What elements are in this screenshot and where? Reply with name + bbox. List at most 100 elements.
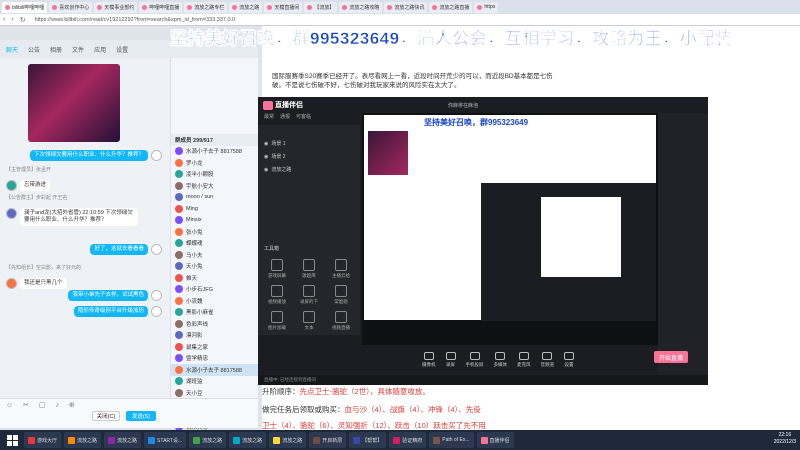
control-button[interactable]: 音频道: [541, 352, 554, 368]
url-text[interactable]: https://www.bilibili.com/read/cv19212292…: [35, 17, 236, 23]
control-bar[interactable]: 摄像机 录屏 手机投屏 多媒体 麦克风 音频道 设置: [362, 345, 658, 375]
qq-tab[interactable]: 公告: [28, 45, 40, 54]
avatar[interactable]: [6, 278, 17, 289]
member-item[interactable]: Minsix: [171, 215, 258, 227]
scene-item[interactable]: ◉ 场景 2: [258, 150, 360, 163]
qq-tab[interactable]: 文件: [72, 45, 84, 54]
tool-button[interactable]: 视频直播: [328, 311, 354, 331]
browser-tab[interactable]: 喜欢创作中心: [49, 1, 93, 13]
chat-message[interactable]: 忘带游进: [6, 180, 51, 191]
browser-tab[interactable]: 天模事业部约: [94, 1, 138, 13]
scene-item[interactable]: ◉ 场景 1: [258, 137, 360, 150]
member-item[interactable]: 漠河影: [171, 330, 258, 342]
member-item[interactable]: moon / sun: [171, 192, 258, 204]
qq-tab[interactable]: 设置: [116, 45, 128, 54]
member-item[interactable]: 宇航小安大: [171, 180, 258, 192]
send-button[interactable]: 发送(S): [126, 411, 156, 421]
member-item[interactable]: 水源小子去子 8817588: [171, 364, 258, 376]
member-item[interactable]: 色彩声线: [171, 318, 258, 330]
control-button[interactable]: 多媒体: [494, 352, 507, 368]
member-item[interactable]: 湖班监: [171, 376, 258, 388]
browser-tab[interactable]: 流放之路直播: [429, 1, 473, 13]
avatar[interactable]: [151, 150, 162, 161]
tool-button[interactable]: 歌超库: [296, 259, 322, 279]
taskbar-item[interactable]: 流放之路: [104, 432, 142, 448]
tool-button[interactable]: 文本: [296, 311, 322, 331]
taskbar-item[interactable]: START设...: [144, 432, 187, 448]
browser-tab[interactable]: 流放之路快讯: [384, 1, 428, 13]
chat-message[interactable]: 澜子and龙(大招外省管) 22:10:59 下次领绿欠要用什么职业、什么升华？…: [6, 208, 138, 226]
start-live-button[interactable]: 开始直播: [654, 351, 688, 363]
avatar[interactable]: [151, 290, 162, 301]
taskbar-clock[interactable]: 22:16 2022/12/3: [774, 432, 796, 446]
chat-message[interactable]: 下次领绿欠要用什么职业、什么升华？推荐？: [30, 150, 162, 161]
app-right-panel[interactable]: [658, 113, 708, 385]
avatar[interactable]: [151, 244, 162, 255]
chat-input-area[interactable]: ☺ ✂ ▢ ♪ ⊕ 关闭(C) 发送(S): [0, 398, 258, 428]
back-icon[interactable]: ‹: [3, 16, 5, 23]
browser-tab[interactable]: bilibili哔哩哔哩: [2, 1, 48, 13]
qq-tab[interactable]: 相册: [50, 45, 62, 54]
start-icon[interactable]: [3, 432, 21, 448]
app-menu-item[interactable]: 通报: [280, 113, 290, 123]
tool-button[interactable]: 常麽题: [328, 285, 354, 305]
member-item[interactable]: 暨学精忠: [171, 353, 258, 365]
control-button[interactable]: 摄像机: [422, 352, 436, 368]
member-item[interactable]: 帷天: [171, 272, 258, 284]
member-item[interactable]: 小步石JFG: [171, 284, 258, 296]
taskbar-item[interactable]: 游戏大厅: [24, 432, 62, 448]
member-list[interactable]: 群成员 299/917 水源小子去子 8817588 罗小龙 凌半小颗股 宇航小安大 m…: [170, 58, 258, 443]
chat-message[interactable]: 隐形传奇级别平台升级加历: [73, 306, 162, 317]
member-item[interactable]: Ming: [171, 203, 258, 215]
control-button[interactable]: 设置: [564, 352, 574, 368]
input-toolbar-icons[interactable]: ☺ ✂ ▢ ♪ ⊕: [6, 401, 79, 409]
chat-message[interactable]: 我还是只黑几个: [6, 278, 67, 289]
member-item[interactable]: 鼠集之家: [171, 341, 258, 353]
tool-button[interactable]: 图片加载: [264, 311, 290, 331]
tool-button[interactable]: 视频播放: [264, 285, 290, 305]
avatar[interactable]: [151, 306, 162, 317]
chat-area[interactable]: 下次领绿欠要用什么职业、什么升华？推荐？ 【主管理员】张孟开 忘带游进 【公告群主】步…: [0, 58, 168, 398]
tool-button[interactable]: 游戏屏幕: [264, 259, 290, 279]
member-item[interactable]: 张小兔: [171, 226, 258, 238]
browser-tab[interactable]: 天模直播间: [264, 1, 303, 13]
app-menu[interactable]: 最常 通报 可客临: [258, 113, 360, 123]
scene-panel[interactable]: ◉ 场景 1 ◉ 场景 2 ◉ 流放之路 工具箱 游戏屏幕 歌超库 主播云给 视频播放 录屏的下常…: [258, 125, 360, 335]
eye-icon[interactable]: ◉: [264, 154, 268, 160]
forward-icon[interactable]: ›: [11, 16, 13, 23]
control-button[interactable]: 录屏: [445, 352, 456, 368]
tool-button[interactable]: 录屏的下: [296, 285, 322, 305]
app-menu-item[interactable]: 最常: [264, 113, 274, 123]
tool-button[interactable]: 主播云给: [328, 259, 354, 279]
taskbar-item[interactable]: 验证精府: [389, 432, 427, 448]
member-item[interactable]: 小流魏: [171, 295, 258, 307]
eye-icon[interactable]: ◉: [264, 141, 268, 147]
qq-tab[interactable]: 聊天: [6, 45, 18, 54]
member-item[interactable]: 黑影小麻雀: [171, 307, 258, 319]
member-item[interactable]: 天小豆: [171, 387, 258, 399]
taskbar-item[interactable]: 开启新层: [309, 432, 347, 448]
taskbar-item[interactable]: 流放之路: [229, 432, 267, 448]
browser-tab[interactable]: https: [474, 1, 499, 13]
control-button[interactable]: 麦克风: [517, 352, 531, 368]
close-button[interactable]: 关闭(C): [92, 411, 120, 421]
taskbar-item[interactable]: 流放之路: [64, 432, 102, 448]
control-button[interactable]: 手机投屏: [466, 352, 484, 368]
member-item[interactable]: 天小兔: [171, 261, 258, 273]
taskbar-item[interactable]: Path of Ex...: [429, 432, 474, 448]
chat-message[interactable]: 我带小弟先子去样，试试黑色: [68, 290, 162, 301]
stream-preview[interactable]: 坚持美好召唤，群995323649: [362, 113, 658, 345]
taskbar-item[interactable]: 流放之路: [189, 432, 227, 448]
browser-tab[interactable]: 流放之路攻略: [339, 1, 383, 13]
qq-tab[interactable]: 应用: [94, 45, 106, 54]
browser-tab[interactable]: 流放之路: [229, 1, 263, 13]
taskbar-item[interactable]: 【帮帮】: [349, 432, 387, 448]
chat-image[interactable]: [28, 64, 120, 142]
member-item[interactable]: 水源小子去子 8817588: [171, 146, 258, 158]
member-item[interactable]: 蝶蝶魂: [171, 238, 258, 250]
avatar[interactable]: [6, 180, 17, 191]
scene-item[interactable]: ◉ 流放之路: [258, 163, 360, 176]
member-item[interactable]: 马小夫: [171, 249, 258, 261]
browser-tab[interactable]: 哔哩哔哩直播: [139, 1, 183, 13]
taskbar-item[interactable]: 直播伴侣: [476, 432, 514, 448]
